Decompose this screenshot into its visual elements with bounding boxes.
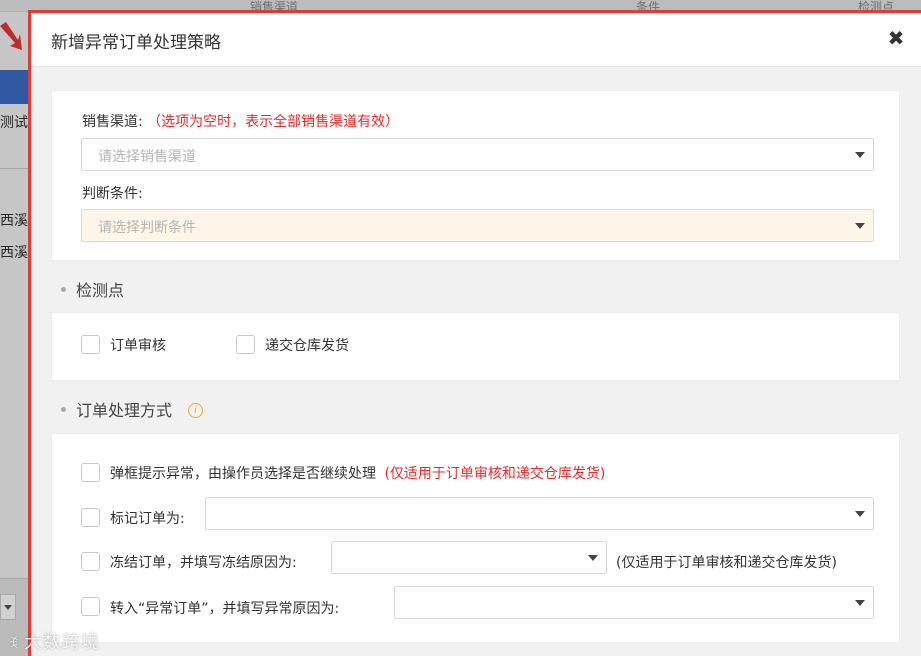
checkbox-transfer-exception[interactable] <box>81 597 100 616</box>
channel-label-text: 销售渠道: <box>82 114 143 130</box>
handling-card: 弹框提示异常，由操作员选择是否继续处理 (仅适用于订单审核和递交仓库发货) 标记… <box>51 433 900 643</box>
freeze-option-label: 冻结订单，并填写冻结原因为: <box>110 555 297 571</box>
checkpoints-card: 订单审核 递交仓库发货 <box>51 312 900 381</box>
checkbox-warehouse-shipping[interactable] <box>236 335 255 354</box>
condition-select[interactable]: 请选择判断条件 <box>81 209 874 242</box>
close-icon[interactable]: ✖ <box>885 27 907 49</box>
checkbox-mark-order[interactable] <box>81 508 100 527</box>
checkpoints-section-title: 检测点 <box>61 277 124 301</box>
dialog-header: 新增异常订单处理策略 ✖ <box>31 13 921 67</box>
channel-hint: （选项为空时，表示全部销售渠道有效） <box>147 114 400 130</box>
checkpoints-title-text: 检测点 <box>76 281 125 300</box>
handling-section-title: 订单处理方式 i <box>61 397 204 421</box>
condition-placeholder: 请选择判断条件 <box>98 220 196 236</box>
handling-title-text: 订单处理方式 <box>76 401 173 420</box>
watermark-glyph: ꉂ <box>8 636 20 652</box>
condition-label: 判断条件: <box>82 186 143 202</box>
add-strategy-dialog: 新增异常订单处理策略 ✖ 销售渠道: （选项为空时，表示全部销售渠道有效） 请选… <box>28 10 921 656</box>
checkbox-order-review[interactable] <box>81 335 100 354</box>
popup-option-hint: (仅适用于订单审核和递交仓库发货) <box>384 466 606 482</box>
channel-label: 销售渠道: （选项为空时，表示全部销售渠道有效） <box>82 111 399 131</box>
freeze-option-hint: (仅适用于订单审核和递交仓库发货) <box>616 555 837 571</box>
channel-select[interactable]: 请选择销售渠道 <box>81 138 874 171</box>
mark-order-select[interactable] <box>205 497 874 530</box>
channel-placeholder: 请选择销售渠道 <box>98 149 196 165</box>
bullet-icon <box>61 287 66 292</box>
chevron-down-icon <box>855 600 865 606</box>
filter-card: 销售渠道: （选项为空时，表示全部销售渠道有效） 请选择销售渠道 判断条件: 请… <box>51 90 900 261</box>
checkbox-label: 订单审核 <box>110 338 166 354</box>
bullet-icon <box>61 407 66 412</box>
chevron-down-icon <box>855 511 865 517</box>
transfer-option-label: 转入“异常订单”，并填写异常原因为: <box>110 601 340 617</box>
watermark-text: 大数跨境 <box>23 632 100 653</box>
popup-option-text: 弹框提示异常，由操作员选择是否继续处理 <box>110 466 376 482</box>
popup-option-label: 弹框提示异常，由操作员选择是否继续处理 (仅适用于订单审核和递交仓库发货) <box>110 463 605 483</box>
info-icon[interactable]: i <box>188 403 204 418</box>
chevron-down-icon <box>855 152 865 158</box>
mark-option-label: 标记订单为: <box>110 511 185 527</box>
checkbox-label: 递交仓库发货 <box>265 338 349 354</box>
chevron-down-icon <box>588 555 598 561</box>
chevron-down-icon <box>855 223 865 229</box>
dialog-title: 新增异常订单处理策略 <box>51 33 221 53</box>
checkbox-popup-alert[interactable] <box>81 463 100 482</box>
checkbox-freeze-order[interactable] <box>81 552 100 571</box>
watermark-logo: ꉂ 大数跨境 <box>8 628 100 654</box>
freeze-reason-select[interactable] <box>331 541 607 574</box>
exception-reason-select[interactable] <box>394 586 874 619</box>
